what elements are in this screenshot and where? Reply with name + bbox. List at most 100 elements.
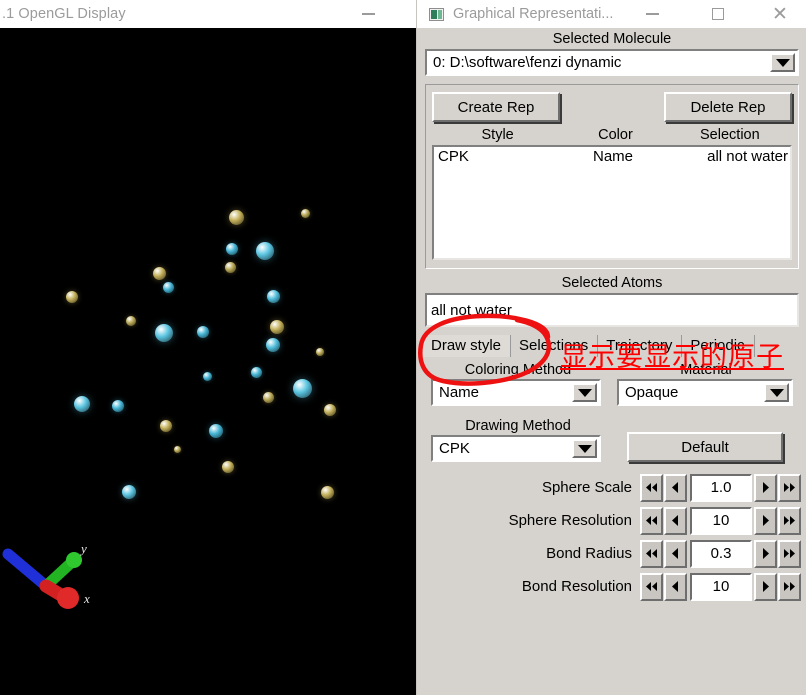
last-icon[interactable] xyxy=(778,539,801,568)
rep-column-color: Color xyxy=(598,127,633,143)
chevron-down-icon[interactable] xyxy=(764,383,789,402)
molecule-viewport[interactable]: y x xyxy=(0,28,416,695)
atom-sphere[interactable] xyxy=(316,348,324,356)
chevron-down-icon[interactable] xyxy=(770,53,795,72)
selected-molecule-label: Selected Molecule xyxy=(552,31,672,47)
atom-sphere[interactable] xyxy=(270,320,284,334)
sphere-resolution-label: Sphere Resolution xyxy=(508,512,632,529)
create-rep-button[interactable]: Create Rep xyxy=(432,92,560,122)
prev-icon[interactable] xyxy=(664,539,687,568)
atom-sphere[interactable] xyxy=(152,266,166,280)
gr-minimize-button[interactable] xyxy=(629,0,675,28)
atom-sphere[interactable] xyxy=(209,424,223,438)
atom-sphere[interactable] xyxy=(226,243,238,255)
atom-sphere[interactable] xyxy=(224,261,236,273)
opengl-window-title: .1 OpenGL Display xyxy=(2,6,126,22)
sphere-scale-value[interactable]: 1.0 xyxy=(690,473,752,502)
next-icon[interactable] xyxy=(754,539,777,568)
atom-sphere[interactable] xyxy=(122,485,136,499)
axis-label-y: y xyxy=(79,541,87,556)
atom-sphere[interactable] xyxy=(222,461,234,473)
selected-atoms-input[interactable]: all not water xyxy=(425,293,799,327)
atom-sphere[interactable] xyxy=(162,281,174,293)
rep-panel: Create Rep Delete Rep Style Color Select… xyxy=(425,84,799,269)
atom-sphere[interactable] xyxy=(228,209,244,225)
first-icon[interactable] xyxy=(640,473,663,502)
delete-rep-label: Delete Rep xyxy=(690,98,766,116)
prev-icon[interactable] xyxy=(664,506,687,535)
sphere-scale-spinner[interactable]: 1.0 xyxy=(640,473,801,502)
gr-maximize-button[interactable] xyxy=(695,0,741,28)
create-rep-label: Create Rep xyxy=(457,98,535,116)
atom-sphere[interactable] xyxy=(173,445,181,453)
gr-window-title: Graphical Representati... xyxy=(453,6,614,22)
bond-resolution-value[interactable]: 10 xyxy=(690,572,752,601)
atom-sphere[interactable] xyxy=(126,316,136,326)
opengl-titlebar: .1 OpenGL Display xyxy=(0,0,416,28)
chevron-down-icon[interactable] xyxy=(572,439,597,458)
atom-sphere[interactable] xyxy=(202,371,212,381)
axis-indicator: y x xyxy=(2,524,112,634)
sphere-scale-label: Sphere Scale xyxy=(541,479,632,496)
material-combo[interactable]: Opaque xyxy=(617,379,793,406)
rep-cell-color: Name xyxy=(592,148,633,165)
selected-molecule-combo[interactable]: 0: D:\software\fenzi dynamic xyxy=(425,49,799,76)
rep-column-selection: Selection xyxy=(700,127,760,143)
atom-sphere[interactable] xyxy=(266,289,280,303)
sphere-resolution-value[interactable]: 10 xyxy=(690,506,752,535)
atom-sphere[interactable] xyxy=(292,378,312,398)
default-button[interactable]: Default xyxy=(627,432,783,462)
bond-resolution-spinner[interactable]: 10 xyxy=(640,572,801,601)
atom-sphere[interactable] xyxy=(66,291,78,303)
atom-sphere[interactable] xyxy=(324,404,336,416)
next-icon[interactable] xyxy=(754,473,777,502)
sphere-resolution-spinner[interactable]: 10 xyxy=(640,506,801,535)
bond-resolution-label: Bond Resolution xyxy=(521,578,632,595)
prev-icon[interactable] xyxy=(664,473,687,502)
first-icon[interactable] xyxy=(640,572,663,601)
next-icon[interactable] xyxy=(754,506,777,535)
atom-sphere[interactable] xyxy=(262,391,274,403)
gr-close-button[interactable]: ✕ xyxy=(757,0,803,28)
prev-icon[interactable] xyxy=(664,572,687,601)
draw-style-panel: Coloring Method Name Material Opaque Dra… xyxy=(423,359,801,603)
atom-sphere[interactable] xyxy=(256,242,274,260)
rep-table-list[interactable]: CPK Name all not water xyxy=(432,145,792,260)
atom-sphere[interactable] xyxy=(266,338,280,352)
atom-sphere[interactable] xyxy=(320,485,334,499)
rep-cell-selection: all not water xyxy=(707,148,788,165)
next-icon[interactable] xyxy=(754,572,777,601)
atom-sphere[interactable] xyxy=(74,396,90,412)
last-icon[interactable] xyxy=(778,572,801,601)
atom-sphere[interactable] xyxy=(112,400,124,412)
atom-sphere[interactable] xyxy=(155,324,173,342)
first-icon[interactable] xyxy=(640,506,663,535)
bond-radius-spinner[interactable]: 0.3 xyxy=(640,539,801,568)
tab-draw-style[interactable]: Draw style xyxy=(423,335,512,357)
default-button-label: Default xyxy=(681,438,729,456)
app-icon xyxy=(429,7,444,21)
coloring-method-combo[interactable]: Name xyxy=(431,379,601,406)
table-row[interactable]: CPK Name all not water xyxy=(434,147,790,165)
coloring-method-value: Name xyxy=(439,384,480,401)
opengl-display-window: .1 OpenGL Display y x xyxy=(0,0,416,695)
atom-sphere[interactable] xyxy=(250,366,262,378)
bond-radius-row: Bond Radius 0.3 xyxy=(423,537,801,570)
minimize-icon xyxy=(361,13,375,15)
first-icon[interactable] xyxy=(640,539,663,568)
minimize-icon xyxy=(645,13,659,15)
rep-cell-style: CPK xyxy=(438,148,469,165)
atom-sphere[interactable] xyxy=(197,326,209,338)
last-icon[interactable] xyxy=(778,473,801,502)
atom-sphere[interactable] xyxy=(160,420,172,432)
gr-titlebar: Graphical Representati... ✕ xyxy=(417,0,806,28)
delete-rep-button[interactable]: Delete Rep xyxy=(664,92,792,122)
chevron-down-icon[interactable] xyxy=(572,383,597,402)
sphere-resolution-row: Sphere Resolution 10 xyxy=(423,504,801,537)
selected-atoms-value: all not water xyxy=(431,301,512,319)
atom-sphere[interactable] xyxy=(300,208,310,218)
last-icon[interactable] xyxy=(778,506,801,535)
opengl-minimize-button[interactable] xyxy=(346,0,390,28)
drawing-method-combo[interactable]: CPK xyxy=(431,435,601,462)
bond-radius-value[interactable]: 0.3 xyxy=(690,539,752,568)
